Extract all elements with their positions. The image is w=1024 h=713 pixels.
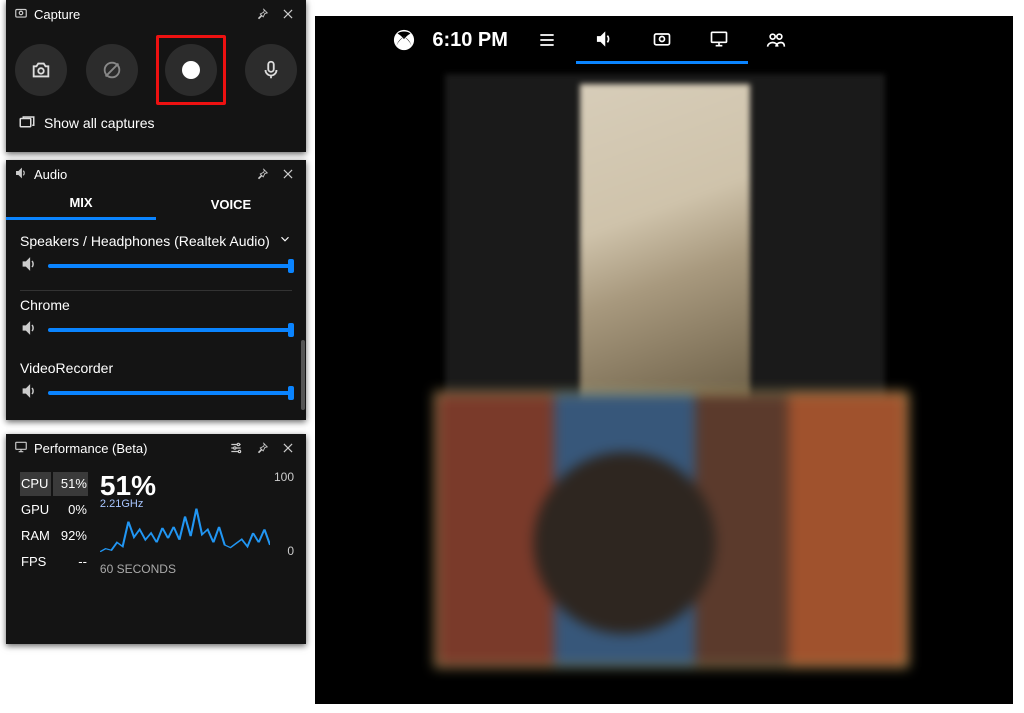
close-icon[interactable]	[278, 438, 298, 458]
remote-video-tile	[445, 74, 885, 414]
screenshot-button[interactable]	[15, 44, 67, 96]
audio-widget-icon[interactable]	[576, 16, 633, 64]
scrollbar[interactable]	[301, 340, 305, 410]
video-call-area: 6:10 PM	[315, 16, 1013, 704]
capture-title: Capture	[34, 7, 80, 22]
performance-title: Performance (Beta)	[34, 441, 147, 456]
audio-header[interactable]: Audio	[6, 160, 306, 188]
settings-icon[interactable]	[226, 438, 246, 458]
record-icon	[182, 61, 200, 79]
tab-voice[interactable]: VOICE	[156, 188, 306, 220]
output-device-label: Speakers / Headphones (Realtek Audio)	[20, 233, 270, 249]
performance-widget: Performance (Beta) CPU51% GPU0%	[6, 434, 306, 644]
close-icon[interactable]	[278, 4, 298, 24]
show-all-captures-label: Show all captures	[44, 115, 155, 131]
record-button-highlight	[156, 35, 226, 105]
metric-fps[interactable]: FPS--	[20, 550, 88, 574]
pin-icon[interactable]	[252, 4, 272, 24]
xbox-logo-icon[interactable]	[375, 29, 432, 51]
speaker-icon	[14, 166, 28, 183]
pin-icon[interactable]	[252, 438, 272, 458]
y-axis-max: 100	[274, 470, 294, 484]
app-chrome-label: Chrome	[20, 297, 70, 313]
performance-icon	[14, 440, 28, 457]
metric-ram[interactable]: RAM92%	[20, 524, 88, 548]
capture-widget: Capture	[6, 0, 306, 152]
performance-header[interactable]: Performance (Beta)	[6, 434, 306, 462]
speaker-icon[interactable]	[20, 255, 38, 276]
gamebar-main-bar: 6:10 PM	[375, 16, 805, 64]
pin-icon[interactable]	[252, 164, 272, 184]
audio-title: Audio	[34, 167, 67, 182]
y-axis-min: 0	[287, 544, 294, 558]
metric-list: CPU51% GPU0% RAM92% FPS--	[18, 470, 90, 576]
self-video-tile	[435, 392, 908, 667]
chrome-volume-slider[interactable]	[48, 328, 292, 332]
show-all-captures-link[interactable]: Show all captures	[6, 108, 306, 138]
widgets-menu-icon[interactable]	[518, 16, 575, 64]
app-videorecorder-label: VideoRecorder	[20, 360, 113, 376]
speaker-icon[interactable]	[20, 319, 38, 340]
clock: 6:10 PM	[432, 29, 518, 52]
close-icon[interactable]	[278, 164, 298, 184]
tab-mix[interactable]: MIX	[6, 188, 156, 220]
microphone-button[interactable]	[245, 44, 297, 96]
capture-icon	[14, 6, 28, 23]
xbox-social-icon[interactable]	[748, 16, 805, 64]
system-volume-slider[interactable]	[48, 264, 292, 268]
capture-widget-icon[interactable]	[633, 16, 690, 64]
x-axis-label: 60 SECONDS	[100, 562, 176, 576]
start-recording-button[interactable]	[165, 44, 217, 96]
audio-widget: Audio MIX VOICE Speakers / Headphones (R…	[6, 160, 306, 420]
chevron-down-icon[interactable]	[278, 232, 292, 249]
speaker-icon[interactable]	[20, 382, 38, 403]
metric-cpu[interactable]: CPU51%	[20, 472, 88, 496]
metric-gpu[interactable]: GPU0%	[20, 498, 88, 522]
videorecorder-volume-slider[interactable]	[48, 391, 292, 395]
performance-chart: 51% 2.21GHz 100 0 60 SECONDS	[100, 470, 294, 576]
capture-header[interactable]: Capture	[6, 0, 306, 28]
performance-widget-icon[interactable]	[690, 16, 747, 64]
record-last-button[interactable]	[86, 44, 138, 96]
